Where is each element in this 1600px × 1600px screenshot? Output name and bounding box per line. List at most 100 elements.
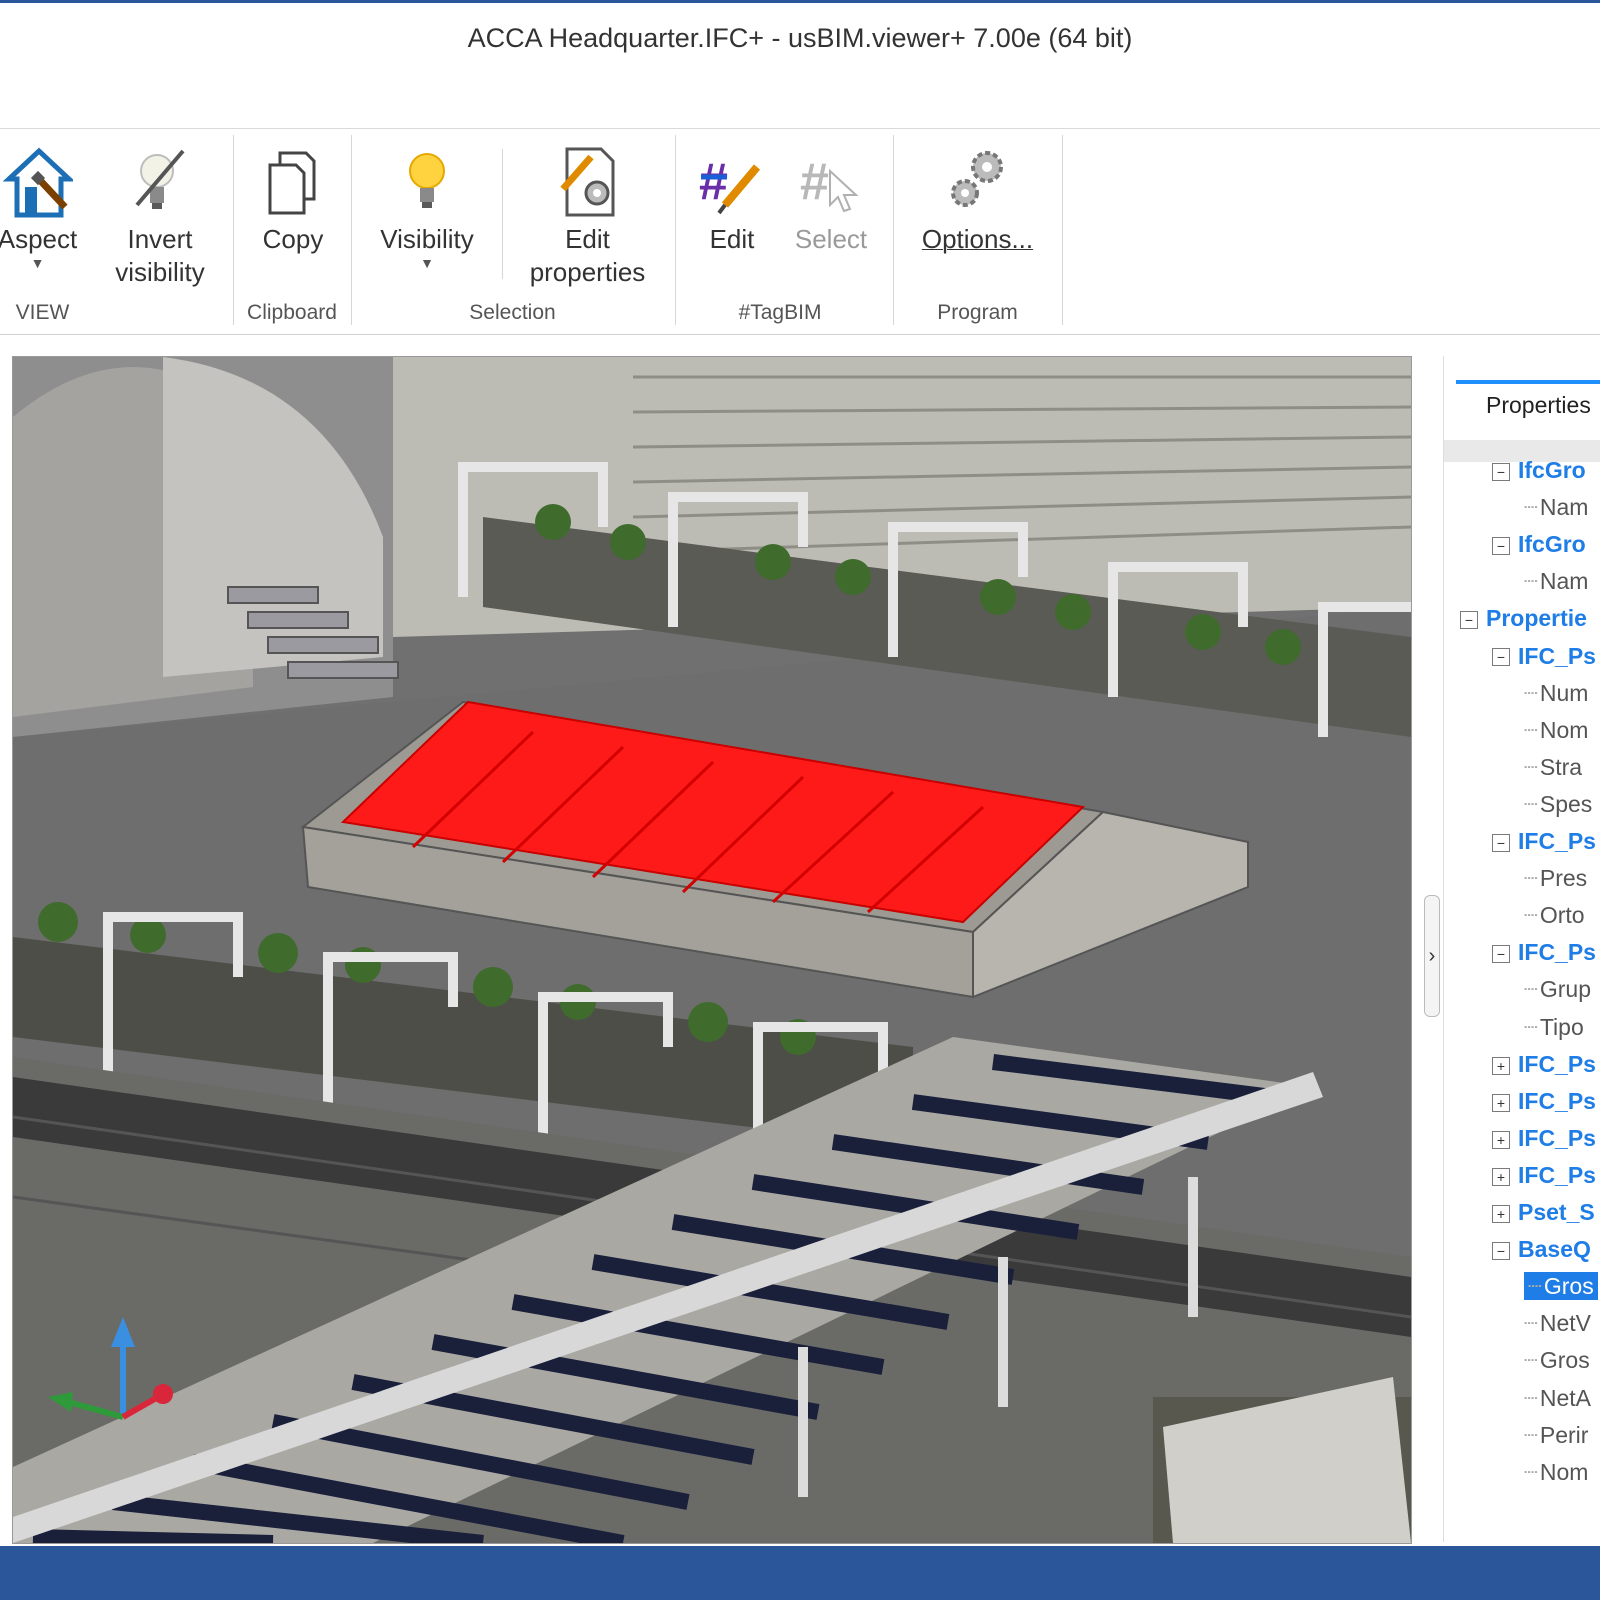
- tag-select-icon: #: [800, 153, 859, 213]
- collapse-icon[interactable]: −: [1492, 648, 1510, 667]
- house-brush-icon: [2, 147, 73, 218]
- group-divider: [675, 135, 676, 325]
- group-divider: [1062, 135, 1063, 325]
- tree-leaf[interactable]: ┈Num: [1524, 679, 1588, 707]
- panel-collapse-button[interactable]: ›: [1424, 895, 1440, 1017]
- tag-edit-icon: #: [699, 153, 761, 215]
- tree-item-label: Nam: [1539, 568, 1589, 595]
- status-bar: [0, 1546, 1600, 1600]
- group-label-view: VIEW: [15, 301, 70, 324]
- tree-leaf[interactable]: ┈Gros: [1524, 1272, 1598, 1301]
- tag-edit-button[interactable]: # Edit: [692, 143, 772, 256]
- tree-leaf[interactable]: ┈Spes: [1524, 790, 1592, 818]
- tree-connector: ┈: [1524, 679, 1538, 706]
- aspect-button[interactable]: Aspect ▼: [0, 143, 85, 270]
- tree-node[interactable]: + IFC_Ps: [1492, 1124, 1596, 1152]
- tree-leaf[interactable]: ┈Nom: [1524, 716, 1588, 744]
- tab-properties[interactable]: Properties: [1456, 380, 1600, 422]
- tree-item-label: NetV: [1539, 1310, 1591, 1337]
- tree-item-label: Nom: [1539, 1458, 1589, 1485]
- tree-connector: ┈: [1524, 790, 1538, 817]
- options-button[interactable]: Options...: [910, 143, 1045, 256]
- tree-leaf[interactable]: ┈Pres: [1524, 864, 1587, 892]
- tree-leaf[interactable]: ┈Nam: [1524, 493, 1588, 521]
- tree-item-label: IFC_Ps: [1518, 1161, 1596, 1188]
- tree-connector: ┈: [1524, 494, 1538, 521]
- tree-connector: ┈: [1524, 568, 1538, 595]
- tree-node[interactable]: − IFC_Ps: [1492, 827, 1596, 855]
- tree-leaf[interactable]: ┈Nam: [1524, 567, 1588, 595]
- tree-leaf[interactable]: ┈Perir: [1524, 1421, 1588, 1449]
- tree-connector: ┈: [1524, 1458, 1538, 1485]
- tree-leaf[interactable]: ┈Gros: [1524, 1346, 1590, 1374]
- invert-visibility-button[interactable]: Invert visibility: [100, 143, 220, 289]
- tree-item-label: BaseQ: [1518, 1236, 1591, 1263]
- expand-icon[interactable]: +: [1492, 1130, 1510, 1149]
- tag-edit-label: Edit: [709, 224, 755, 254]
- tree-node[interactable]: − BaseQ: [1492, 1235, 1591, 1263]
- tree-node[interactable]: + IFC_Ps: [1492, 1050, 1596, 1078]
- options-label: Options...: [921, 224, 1034, 254]
- tree-connector: ┈: [1524, 1347, 1538, 1374]
- bim-model-render: [13, 357, 1411, 1543]
- tree-leaf[interactable]: ┈NetA: [1524, 1384, 1591, 1412]
- visibility-label: Visibility: [380, 224, 474, 254]
- collapse-icon[interactable]: −: [1492, 945, 1510, 964]
- tree-leaf[interactable]: ┈Tipo: [1524, 1013, 1584, 1041]
- group-divider: [893, 135, 894, 325]
- tree-leaf[interactable]: ┈Grup: [1524, 975, 1591, 1003]
- collapse-icon[interactable]: −: [1492, 462, 1510, 481]
- tree-item-label: Propertie: [1486, 605, 1587, 632]
- tree-node[interactable]: + IFC_Ps: [1492, 1087, 1596, 1115]
- collapse-icon[interactable]: −: [1492, 833, 1510, 852]
- tree-leaf[interactable]: ┈Nom: [1524, 1458, 1588, 1486]
- tree-node[interactable]: + Pset_S: [1492, 1198, 1595, 1226]
- collapse-icon[interactable]: −: [1460, 611, 1478, 630]
- tree-connector: ┈: [1524, 716, 1538, 743]
- expand-icon[interactable]: +: [1492, 1056, 1510, 1075]
- title-bar: ACCA Headquarter.IFC+ - usBIM.viewer+ 7.…: [0, 3, 1600, 123]
- tree-node[interactable]: + IFC_Ps: [1492, 1161, 1596, 1189]
- edit-document-icon: [559, 147, 614, 217]
- tree-item-label: Nam: [1539, 494, 1589, 521]
- gears-icon: [950, 151, 1003, 207]
- tag-select-label: Select: [794, 224, 868, 254]
- 3d-viewport[interactable]: [12, 356, 1412, 1544]
- tree-item-label: IfcGro: [1518, 457, 1586, 483]
- group-divider: [351, 135, 352, 325]
- tree-connector: ┈: [1524, 1384, 1538, 1411]
- visibility-button[interactable]: Visibility ▼: [368, 143, 486, 270]
- chevron-down-icon: ▼: [30, 255, 45, 271]
- tree-connector: ┈: [1524, 1310, 1538, 1337]
- tree-item-label: IFC_Ps: [1518, 1087, 1596, 1114]
- expand-icon[interactable]: +: [1492, 1093, 1510, 1112]
- tree-node[interactable]: − IFC_Ps: [1492, 938, 1596, 966]
- copy-icon: [268, 151, 316, 215]
- tree-node[interactable]: − Propertie: [1460, 604, 1587, 632]
- tree-item-label: Pres: [1539, 865, 1588, 892]
- collapse-icon[interactable]: −: [1492, 537, 1510, 556]
- tree-item-label: Perir: [1539, 1421, 1589, 1448]
- tree-connector: ┈: [1524, 1013, 1538, 1040]
- copy-button[interactable]: Copy: [243, 143, 343, 256]
- tree-leaf[interactable]: ┈Orto: [1524, 901, 1585, 929]
- tree-node[interactable]: − IFC_Ps: [1492, 642, 1596, 670]
- group-label-program: Program: [937, 301, 1018, 324]
- group-label-selection: Selection: [469, 301, 556, 324]
- tree-item-label: IFC_Ps: [1518, 1050, 1596, 1077]
- tree-leaf[interactable]: ┈NetV: [1524, 1309, 1591, 1337]
- edit-properties-button[interactable]: Edit properties: [515, 143, 660, 289]
- tag-select-button[interactable]: # Select: [786, 143, 876, 256]
- properties-panel: Properties − IfcGro ┈Nam − IfcGro ┈Nam − Proper…: [1443, 356, 1600, 1542]
- collapse-icon[interactable]: −: [1492, 1242, 1510, 1261]
- tree-node[interactable]: − IfcGro: [1492, 530, 1586, 558]
- button-divider: [502, 149, 503, 279]
- tree-item-label: IFC_Ps: [1518, 828, 1596, 854]
- tree-item-label: Grup: [1539, 976, 1591, 1003]
- expand-icon[interactable]: +: [1492, 1167, 1510, 1186]
- tree-node[interactable]: − IfcGro: [1492, 456, 1586, 484]
- tree-item-label: Gros: [1543, 1273, 1594, 1300]
- tree-item-label: Stra: [1539, 753, 1583, 780]
- expand-icon[interactable]: +: [1492, 1204, 1510, 1223]
- tree-leaf[interactable]: ┈Stra: [1524, 753, 1582, 781]
